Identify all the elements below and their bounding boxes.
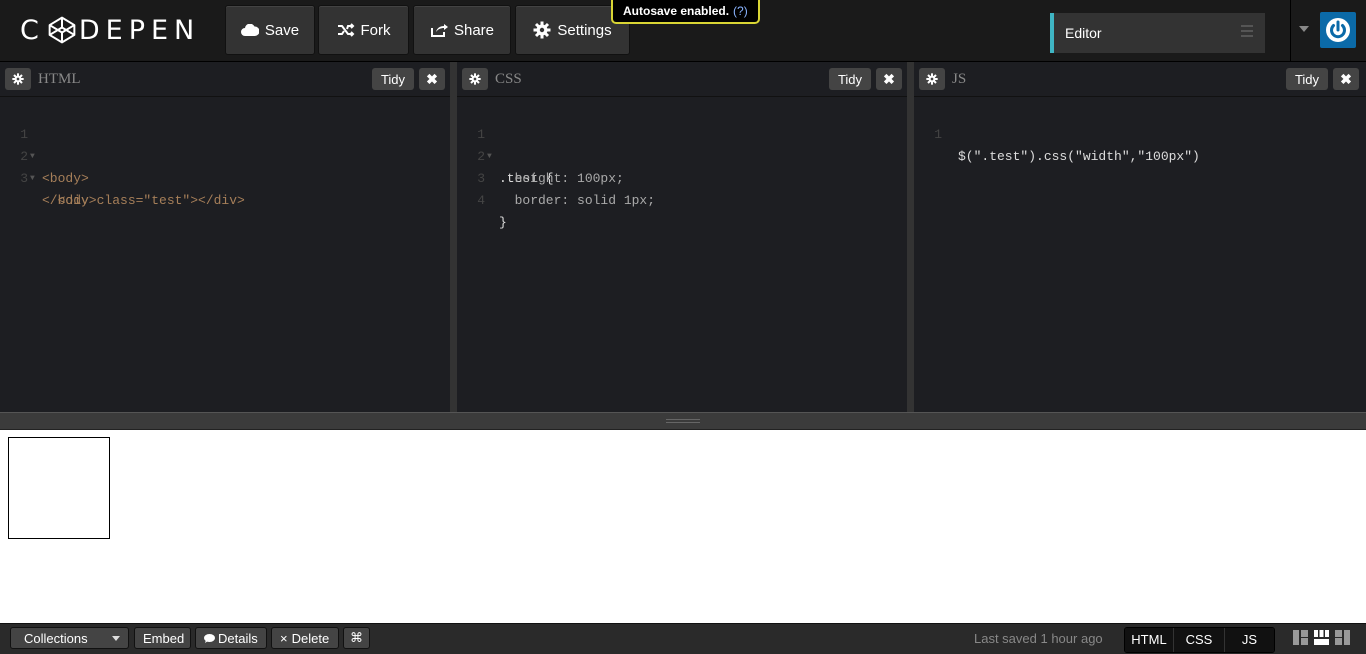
- css-code-editor[interactable]: 1 ▼ .test { 2 height: 100px; 3 border: s…: [457, 102, 907, 230]
- js-tidy-button[interactable]: Tidy: [1286, 68, 1328, 90]
- top-bar: C DEPEN Save Fork Share Settings Autosav…: [0, 0, 1366, 62]
- js-close-button[interactable]: ✖: [1333, 68, 1359, 90]
- gear-icon: [533, 21, 551, 39]
- autosave-tooltip: Autosave enabled. (?): [611, 0, 760, 24]
- html-settings-button[interactable]: [5, 68, 31, 90]
- save-button[interactable]: Save: [225, 5, 315, 55]
- css-tidy-button[interactable]: Tidy: [829, 68, 871, 90]
- code-line: 3 </body>: [20, 171, 97, 208]
- js-settings-button[interactable]: [919, 68, 945, 90]
- details-button[interactable]: Details: [195, 627, 267, 649]
- js-pane-header: JS Tidy ✖: [914, 62, 1366, 97]
- css-pane-header: CSS Tidy ✖: [457, 62, 907, 97]
- layout-switcher: [1293, 630, 1350, 645]
- layout-left-icon[interactable]: [1293, 630, 1308, 645]
- css-editor-pane: CSS Tidy ✖ 1 ▼ .test { 2 height: 100px; …: [457, 62, 907, 412]
- fork-button[interactable]: Fork: [318, 5, 409, 55]
- last-saved-status: Last saved 1 hour ago: [974, 631, 1103, 646]
- html-pane-header: HTML Tidy ✖: [0, 62, 450, 97]
- share-button[interactable]: Share: [413, 5, 511, 55]
- close-icon: ×: [280, 630, 288, 646]
- fork-icon: [337, 23, 354, 37]
- layout-right-icon[interactable]: [1335, 630, 1350, 645]
- pane-resize-handle[interactable]: [450, 62, 457, 412]
- code-line: 4 }: [477, 193, 507, 230]
- css-pane-title: CSS: [495, 71, 522, 87]
- html-editor-pane: HTML Tidy ✖ 1 ▼ <body> 2 ▼ <div class="t…: [0, 62, 450, 412]
- html-code-editor[interactable]: 1 ▼ <body> 2 ▼ <div class="test"></div> …: [0, 102, 450, 208]
- pane-resize-handle[interactable]: [907, 62, 914, 412]
- cloud-icon: [240, 24, 259, 36]
- css-settings-button[interactable]: [462, 68, 488, 90]
- embed-button[interactable]: Embed: [134, 627, 191, 649]
- collections-dropdown[interactable]: Collections: [10, 627, 129, 649]
- bottom-bar: Collections Embed Details × Delete ⌘ Las…: [0, 623, 1366, 654]
- codepen-logo[interactable]: C DEPEN: [20, 14, 200, 46]
- logo-wordmark: C DEPEN: [20, 14, 201, 46]
- grip-icon: [666, 419, 700, 425]
- autosave-help-link[interactable]: (?): [733, 4, 748, 18]
- code-line: 1 $(".test").css("width","100px"): [934, 127, 1200, 164]
- html-close-button[interactable]: ✖: [419, 68, 445, 90]
- caret-down-icon: [112, 636, 120, 641]
- keyboard-shortcuts-button[interactable]: ⌘: [343, 627, 370, 649]
- editor-area: HTML Tidy ✖ 1 ▼ <body> 2 ▼ <div class="t…: [0, 62, 1366, 412]
- html-pane-title: HTML: [38, 71, 81, 87]
- delete-button[interactable]: × Delete: [271, 627, 339, 649]
- code-line: 3 border: solid 1px;: [477, 171, 656, 208]
- gear-icon: [469, 73, 481, 85]
- gear-icon: [926, 73, 938, 85]
- chevron-down-icon[interactable]: [1299, 26, 1309, 32]
- code-line: 2 height: 100px;: [477, 149, 624, 186]
- share-icon: [430, 24, 448, 37]
- gear-icon: [12, 73, 24, 85]
- js-editor-pane: JS Tidy ✖ 1 $(".test").css("width","100p…: [914, 62, 1366, 412]
- cube-icon: [48, 16, 76, 43]
- js-pane-title: JS: [952, 71, 967, 87]
- power-icon: [1326, 18, 1350, 42]
- code-line: 2 ▼ <div class="test"></div>: [20, 149, 245, 208]
- html-tidy-button[interactable]: Tidy: [372, 68, 414, 90]
- divider: [1290, 0, 1291, 61]
- js-code-editor[interactable]: 1 $(".test").css("width","100px"): [914, 102, 1366, 164]
- toggle-js[interactable]: JS: [1225, 628, 1274, 652]
- editor-toggle-group: HTML CSS JS: [1124, 627, 1275, 653]
- rendered-test-div: [8, 437, 110, 539]
- user-menu-button[interactable]: [1320, 12, 1356, 48]
- toggle-html[interactable]: HTML: [1125, 628, 1174, 652]
- editor-view-select[interactable]: Editor: [1050, 13, 1265, 53]
- code-line: 1 ▼ .test {: [477, 127, 554, 186]
- menu-lines-icon: [1241, 25, 1253, 40]
- css-close-button[interactable]: ✖: [876, 68, 902, 90]
- layout-top-icon[interactable]: [1314, 630, 1329, 645]
- preview-resize-bar[interactable]: [0, 412, 1366, 430]
- result-preview: [0, 430, 1366, 623]
- toggle-css[interactable]: CSS: [1174, 628, 1225, 652]
- speech-bubble-icon: [204, 633, 215, 643]
- code-line: 1 ▼ <body>: [20, 127, 89, 186]
